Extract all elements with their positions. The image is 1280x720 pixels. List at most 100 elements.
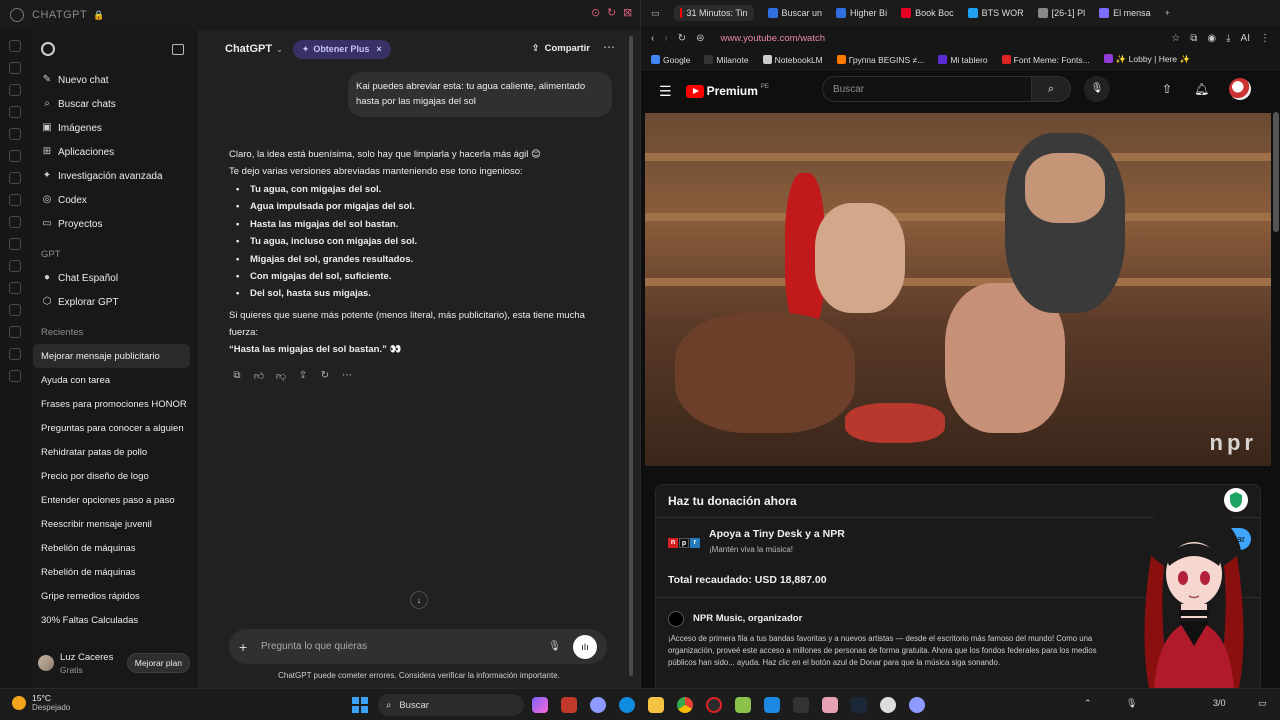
recent-chat-item[interactable]: Reescribir mensaje juvenil [30, 512, 198, 536]
sidebar-item-codex[interactable]: ◎ Codex [30, 188, 198, 212]
microphone-icon[interactable]: 🎙︎ [1084, 76, 1110, 102]
rail-icon[interactable] [9, 348, 21, 360]
settings-icon[interactable]: ⊙ [591, 6, 600, 19]
avatar[interactable] [1229, 78, 1251, 100]
scrollbar[interactable] [628, 36, 634, 676]
recent-chat-item[interactable]: Preguntas para conocer a alguien [30, 416, 198, 440]
scrollbar[interactable] [1273, 112, 1279, 232]
chevron-down-icon[interactable]: ⌄ [276, 45, 283, 54]
bookmark-item[interactable]: Font Meme: Fonts... [1001, 54, 1090, 65]
more-options-icon[interactable]: ⋮ [1260, 33, 1270, 44]
clock[interactable]: 3/0 [1213, 698, 1226, 708]
model-selector[interactable]: ChatGPT [225, 43, 272, 55]
rail-icon[interactable] [9, 282, 21, 294]
taskbar-search[interactable]: ⌕ Buscar [378, 694, 524, 716]
regenerate-icon[interactable]: ↻ [319, 370, 331, 382]
browser-tab[interactable]: BTS WOR [967, 8, 1024, 18]
extensions-icon[interactable]: ⧉ [1190, 33, 1197, 44]
start-button[interactable] [352, 697, 368, 713]
rail-icon[interactable] [9, 260, 21, 272]
recent-chat-item[interactable]: Mejorar mensaje publicitario [33, 344, 190, 368]
sidebar-item-images[interactable]: ▣ Imágenes [30, 116, 198, 140]
shield-icon[interactable] [1223, 487, 1249, 513]
download-icon[interactable]: ⤓ [1226, 33, 1230, 44]
microphone-icon[interactable]: 🎙︎ [1126, 698, 1137, 709]
rail-icon[interactable] [9, 172, 21, 184]
rail-icon[interactable] [9, 304, 21, 316]
rail-icon[interactable] [9, 370, 21, 382]
taskbar-app-icon[interactable] [764, 697, 780, 713]
rail-icon[interactable] [9, 40, 21, 52]
share-button[interactable]: ⇪ Compartir [532, 43, 590, 54]
sidebar-item-deep-research[interactable]: ✦ Investigación avanzada [30, 164, 198, 188]
rail-icon[interactable] [9, 238, 21, 250]
browser-tab[interactable]: 31 Minutos: Tin [673, 5, 754, 21]
rail-icon[interactable] [9, 326, 21, 338]
recent-chat-item[interactable]: Rebelión de máquinas [30, 536, 198, 560]
voice-mode-button[interactable]: ıIı [573, 634, 597, 659]
notifications-icon[interactable]: ▭ [1258, 698, 1267, 709]
back-icon[interactable]: ‹ [651, 33, 654, 44]
edge-icon[interactable] [619, 697, 635, 713]
taskbar-app-icon[interactable] [909, 697, 925, 713]
rail-icon[interactable] [9, 150, 21, 162]
steam-icon[interactable] [851, 697, 867, 713]
bookmark-item[interactable]: Группа BEGINS ≠... [836, 54, 924, 65]
taskbar-app-icon[interactable] [822, 697, 838, 713]
rail-icon[interactable] [9, 106, 21, 118]
taskbar-app-icon[interactable] [590, 697, 606, 713]
user-profile[interactable]: Luz Caceres Gratis Mejorar plan [30, 646, 198, 680]
taskbar-app-icon[interactable] [793, 697, 809, 713]
bookmark-item[interactable]: ✨ Lobby | Here ✨ [1103, 54, 1190, 65]
browser-tab[interactable]: [26-1] Pl [1037, 8, 1085, 18]
recent-chat-item[interactable]: Precio por diseño de logo [30, 464, 198, 488]
recent-chat-item[interactable]: Rebelión de máquinas [30, 560, 198, 584]
rail-icon[interactable] [9, 84, 21, 96]
browser-tab[interactable]: El mensa [1099, 8, 1151, 18]
copilot-icon[interactable] [532, 697, 548, 713]
bookmark-item[interactable]: NotebookLM [762, 54, 823, 65]
browser-tab[interactable]: Book Boc [901, 8, 954, 18]
weather-widget[interactable]: 15°C Despejado [12, 693, 70, 712]
bookmark-icon[interactable]: ☆ [1171, 33, 1180, 44]
bookmark-item[interactable]: Milanote [704, 54, 749, 65]
openai-logo-icon[interactable] [41, 42, 55, 56]
microphone-icon[interactable]: 🎙︎ [548, 641, 561, 652]
upgrade-plan-button[interactable]: Mejorar plan [126, 653, 190, 673]
recent-chat-item[interactable]: Entender opciones paso a paso [30, 488, 198, 512]
opera-icon[interactable] [706, 697, 722, 713]
thumbs-up-icon[interactable]: 👍︎ [253, 370, 265, 382]
more-options-icon[interactable]: ⋯ [341, 370, 353, 382]
hamburger-menu-icon[interactable]: ☰ [659, 83, 672, 100]
get-plus-button[interactable]: ✦ Obtener Plus × [292, 39, 391, 59]
recent-chat-item[interactable]: 30% Faltas Calculadas [30, 608, 198, 632]
share-icon[interactable]: ⇪ [297, 370, 309, 382]
sidebar-item-new-chat[interactable]: ✎ Nuevo chat [30, 68, 198, 92]
close-icon[interactable]: × [376, 44, 381, 54]
bookmark-item[interactable]: Google [651, 54, 690, 65]
profile-icon[interactable]: ◉ [1207, 33, 1216, 44]
sidebar-item-projects[interactable]: ▭ Proyectos [30, 212, 198, 236]
copy-icon[interactable]: ⧉ [231, 370, 243, 382]
recent-chat-item[interactable]: Frases para promociones HONOR [30, 392, 198, 416]
search-icon[interactable]: ⌕ [1031, 76, 1071, 102]
recent-chat-item[interactable]: Gripe remedios rápidos [30, 584, 198, 608]
sidebar-item-explore-gpts[interactable]: ⬡ Explorar GPT [30, 290, 198, 314]
rail-icon[interactable] [9, 194, 21, 206]
more-options-icon[interactable]: ⋯ [603, 40, 615, 54]
sidebar-item-chat-espanol[interactable]: ● Chat Español [30, 266, 198, 290]
rail-icon[interactable] [9, 62, 21, 74]
browser-tab[interactable]: Higher Bi [836, 8, 887, 18]
youtube-search-input[interactable] [822, 76, 1032, 102]
scrollbar-thumb[interactable] [629, 36, 633, 676]
browser-tab[interactable]: Buscar un [767, 8, 822, 18]
address-bar-url[interactable]: www.youtube.com/watch [720, 33, 825, 44]
sidebar-item-apps[interactable]: ⊞ Aplicaciones [30, 140, 198, 164]
bookmark-item[interactable]: Mi tablero [938, 54, 988, 65]
forward-icon[interactable]: › [664, 33, 667, 44]
new-tab-icon[interactable]: + [1165, 8, 1170, 18]
scroll-down-button[interactable]: ↓ [410, 591, 428, 609]
chatgpt-icon[interactable] [880, 697, 896, 713]
taskbar-app-icon[interactable] [735, 697, 751, 713]
video-player[interactable]: npr [645, 113, 1271, 466]
